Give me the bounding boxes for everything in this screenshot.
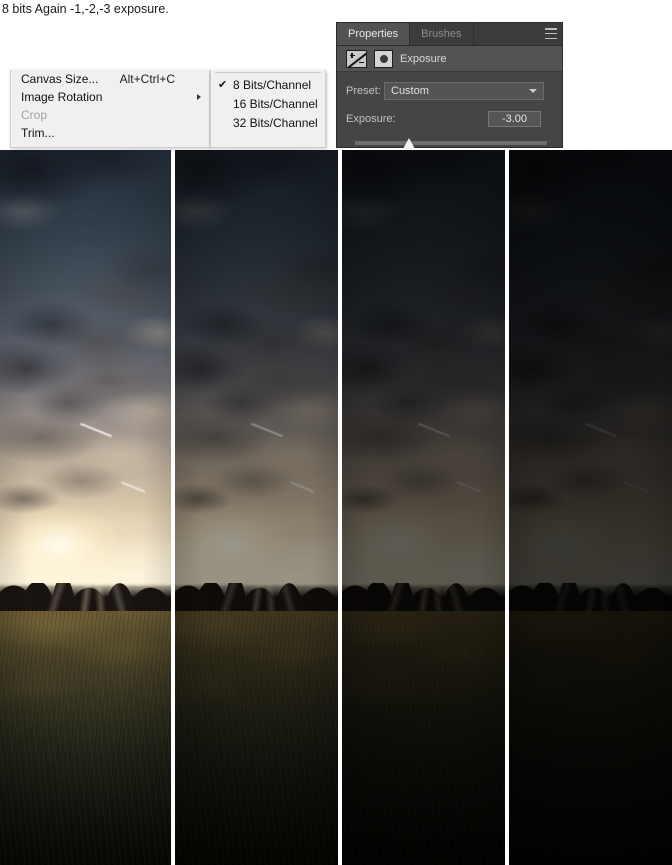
submenu-item-label: 8 Bits/Channel [233, 78, 312, 92]
menu-item-label: Canvas Size... [21, 72, 99, 86]
layer-mask-icon[interactable] [374, 49, 393, 68]
tab-properties[interactable]: Properties [337, 23, 411, 45]
exposure-dim-overlay [174, 150, 338, 865]
preset-label: Preset: [346, 85, 381, 97]
chevron-down-icon [529, 89, 537, 93]
menu-item-label: Trim... [21, 126, 55, 140]
submenu-item-8-bits[interactable]: ✔ 8 Bits/Channel [211, 76, 325, 95]
menu-item-trim[interactable]: Trim... [11, 124, 209, 142]
exposure-slider[interactable] [355, 138, 547, 152]
submenu-arrow-icon [197, 94, 201, 100]
slider-thumb[interactable] [402, 138, 415, 149]
menu-item-image-rotation[interactable]: Image Rotation [11, 88, 209, 106]
exposure-dim-overlay [341, 150, 505, 865]
checkmark-icon: ✔ [218, 79, 228, 91]
menu-item-label: Crop [21, 108, 48, 122]
preset-value: Custom [391, 85, 429, 97]
submenu-item-label: 32 Bits/Channel [233, 116, 318, 130]
slider-track[interactable] [355, 141, 547, 145]
submenu-item-16-bits[interactable]: 16 Bits/Channel [211, 95, 325, 114]
submenu-item-32-bits[interactable]: 32 Bits/Channel [211, 114, 325, 133]
bit-depth-submenu[interactable]: ✔ 8 Bits/Channel 16 Bits/Channel 32 Bits… [210, 70, 326, 148]
preset-row: Preset: Custom [346, 81, 562, 101]
menu-separator [215, 72, 321, 73]
submenu-item-label: 16 Bits/Channel [233, 97, 318, 111]
image-menu-dropdown[interactable]: Canvas Size... Alt+Ctrl+C Image Rotation… [10, 70, 210, 148]
exposure-row: Exposure: -3.00 [346, 110, 562, 128]
image-comparison-strip [0, 150, 672, 865]
preset-dropdown[interactable]: Custom [384, 82, 544, 100]
adjustment-header: Exposure [337, 46, 562, 72]
exposure-value-input[interactable]: -3.00 [488, 111, 541, 127]
menu-item-crop: Crop [11, 106, 209, 124]
image-panel-1[interactable] [0, 150, 171, 865]
menu-item-label: Image Rotation [21, 90, 103, 104]
adjustment-title: Exposure [400, 52, 447, 65]
properties-panel: Properties Brushes Exposure Preset: Cust… [336, 22, 563, 149]
exposure-dim-overlay [509, 150, 672, 865]
page-caption: 8 bits Again -1,-2,-3 exposure. [2, 2, 169, 16]
image-panel-4[interactable] [509, 150, 672, 865]
exposure-adjustment-icon[interactable] [346, 49, 367, 68]
menu-item-shortcut: Alt+Ctrl+C [119, 72, 175, 86]
menu-item-canvas-size[interactable]: Canvas Size... Alt+Ctrl+C [11, 70, 209, 88]
hamburger-icon[interactable] [545, 28, 557, 39]
image-panel-3[interactable] [341, 150, 505, 865]
tab-brushes[interactable]: Brushes [410, 23, 474, 45]
panel-tab-bar: Properties Brushes [337, 23, 562, 46]
image-panel-2[interactable] [174, 150, 338, 865]
exposure-label: Exposure: [346, 113, 396, 125]
